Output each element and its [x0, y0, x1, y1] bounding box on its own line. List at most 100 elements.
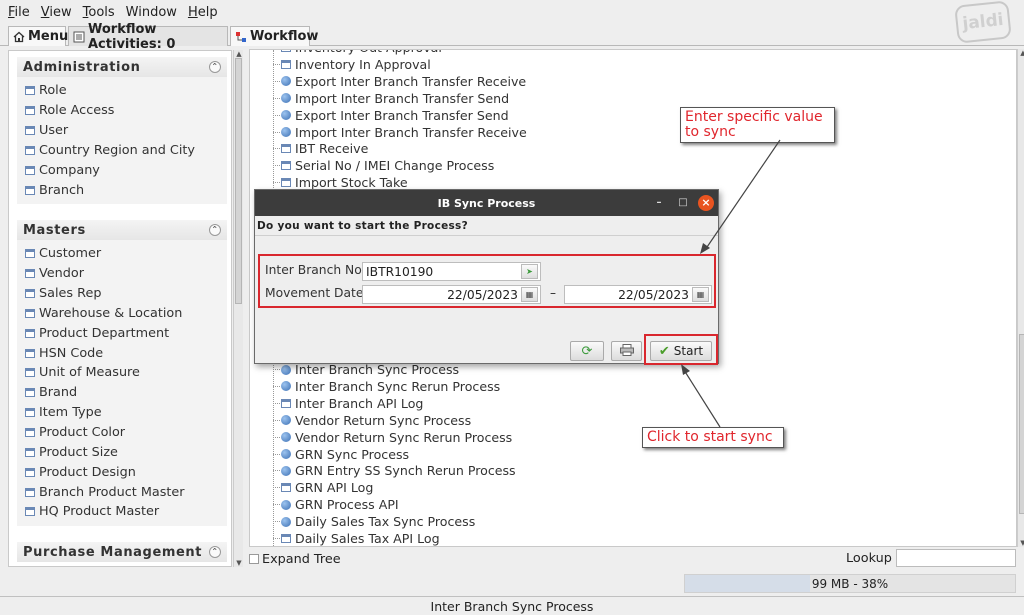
- scroll-down-arrow[interactable]: ▼: [234, 559, 244, 567]
- section-header[interactable]: Masters ⌃: [17, 220, 227, 240]
- tree-node[interactable]: GRN Entry SS Synch Rerun Process: [273, 462, 516, 479]
- tree-node[interactable]: Daily Sales Tax API Log: [273, 530, 440, 546]
- sidebar-item[interactable]: Branch: [25, 180, 227, 200]
- sidebar-item[interactable]: Product Department: [25, 323, 227, 343]
- section-header[interactable]: Administration ⌃: [17, 57, 227, 77]
- globe-icon: [281, 93, 291, 104]
- sidebar-item[interactable]: Country Region and City: [25, 141, 227, 161]
- menu-view[interactable]: View: [37, 5, 79, 20]
- collapse-icon[interactable]: ⌃: [209, 224, 221, 236]
- dialog-titlebar[interactable]: IB Sync Process – □ ×: [255, 190, 718, 216]
- tree-node[interactable]: GRN Sync Process: [273, 446, 409, 463]
- sidebar-item[interactable]: Vendor: [25, 264, 227, 284]
- tree-connector: [273, 470, 280, 472]
- close-icon[interactable]: ×: [698, 195, 714, 211]
- sidebar-item[interactable]: Product Color: [25, 423, 227, 443]
- tree-node-label: Inter Branch Sync Process: [295, 362, 460, 377]
- tree-node[interactable]: Daily Sales Tax Sync Process: [273, 513, 475, 530]
- scroll-thumb[interactable]: [1019, 334, 1024, 514]
- sidebar-item[interactable]: Item Type: [25, 403, 227, 423]
- sidebar-item-label: Item Type: [39, 405, 102, 421]
- sidebar-item[interactable]: Product Design: [25, 462, 227, 482]
- checkbox[interactable]: [249, 554, 259, 564]
- sidebar-item[interactable]: User: [25, 121, 227, 141]
- memory-text: 99 MB - 38%: [811, 576, 889, 591]
- tree-node[interactable]: GRN API Log: [273, 479, 373, 496]
- sidebar-item-label: User: [39, 123, 69, 139]
- menu-window[interactable]: Window: [122, 5, 184, 20]
- sidebar-item[interactable]: Role: [25, 81, 227, 101]
- expand-tree-checkbox[interactable]: Expand Tree: [249, 551, 341, 567]
- tree-node[interactable]: Inter Branch Sync Rerun Process: [273, 378, 500, 395]
- scroll-down-arrow[interactable]: ▼: [1018, 539, 1024, 547]
- tab-workflow-activities[interactable]: Workflow Activities: 0: [68, 22, 228, 52]
- window-icon: [25, 507, 35, 517]
- sidebar-scrollbar[interactable]: ▲ ▼: [233, 50, 243, 567]
- menu-file[interactable]: File: [4, 5, 37, 20]
- section-header[interactable]: Purchase Management ⌃: [17, 542, 227, 562]
- tab-menu[interactable]: Menu: [8, 26, 68, 46]
- menu-help[interactable]: Help: [184, 5, 225, 20]
- tree-node[interactable]: Vendor Return Sync Rerun Process: [273, 429, 512, 446]
- tree-connector: [273, 521, 280, 523]
- tree-node[interactable]: Import Inter Branch Transfer Send: [273, 90, 509, 107]
- sidebar-item[interactable]: Unit of Measure: [25, 363, 227, 383]
- scroll-up-arrow[interactable]: ▲: [234, 50, 244, 58]
- tree-node[interactable]: Vendor Return Sync Process: [273, 412, 471, 429]
- tree-connector: [273, 487, 280, 489]
- collapse-icon[interactable]: ⌃: [209, 546, 221, 558]
- fields-highlight: [258, 254, 716, 308]
- sidebar-item[interactable]: Branch Product Master: [25, 482, 227, 502]
- minimize-icon[interactable]: –: [651, 195, 667, 211]
- tree-node[interactable]: Export Inter Branch Transfer Receive: [273, 73, 526, 90]
- tree-node-label: Inventory Out Approval: [295, 50, 442, 55]
- tree-connector: [273, 453, 280, 455]
- print-button[interactable]: [611, 341, 642, 361]
- window-icon: [281, 144, 291, 154]
- sidebar-item-label: Branch: [39, 182, 85, 198]
- tree-node[interactable]: Import Inter Branch Transfer Receive: [273, 124, 527, 141]
- menu-tools[interactable]: Tools: [79, 5, 122, 20]
- tree-node-label: Daily Sales Tax API Log: [295, 531, 440, 546]
- refresh-button[interactable]: ⟳: [570, 341, 604, 361]
- tree-node-label: GRN Entry SS Synch Rerun Process: [295, 463, 516, 479]
- sidebar-item[interactable]: Brand: [25, 383, 227, 403]
- scroll-thumb[interactable]: [235, 58, 242, 304]
- tab-workflow[interactable]: Workflow: [230, 26, 318, 46]
- dialog-title: IB Sync Process: [437, 196, 536, 210]
- maximize-icon[interactable]: □: [675, 195, 691, 211]
- divider: [255, 235, 718, 236]
- tree-node[interactable]: Inventory In Approval: [273, 56, 431, 73]
- window-icon: [25, 249, 35, 259]
- tree-connector: [273, 63, 280, 65]
- sidebar-item[interactable]: Warehouse & Location: [25, 304, 227, 324]
- sidebar-item-label: Product Size: [39, 444, 118, 460]
- sidebar-item-label: Role Access: [39, 103, 115, 119]
- memory-bar[interactable]: 99 MB - 38%: [684, 574, 1016, 593]
- globe-icon: [281, 499, 291, 510]
- tree-node[interactable]: Export Inter Branch Transfer Send: [273, 107, 509, 124]
- sidebar-item[interactable]: Sales Rep: [25, 284, 227, 304]
- scroll-up-arrow[interactable]: ▲: [1018, 49, 1024, 57]
- tree-connector: [273, 369, 280, 370]
- sidebar-item[interactable]: Role Access: [25, 101, 227, 121]
- section-masters: Masters ⌃ Customer Vendor Sales Rep Warehou…: [17, 220, 227, 526]
- tree-node[interactable]: GRN Process API: [273, 496, 399, 513]
- sidebar-item[interactable]: Product Size: [25, 442, 227, 462]
- sidebar-item-label: HQ Product Master: [39, 504, 160, 520]
- tree-scrollbar[interactable]: ▲ ▼: [1017, 49, 1024, 547]
- sidebar-item[interactable]: Company: [25, 160, 227, 180]
- sidebar-item[interactable]: Customer: [25, 244, 227, 264]
- tree-node[interactable]: Inter Branch API Log: [273, 395, 423, 412]
- window-icon: [25, 368, 35, 378]
- window-icon: [281, 59, 291, 69]
- collapse-icon[interactable]: ⌃: [209, 61, 221, 73]
- sidebar-item[interactable]: HQ Product Master: [25, 502, 227, 522]
- tree-node[interactable]: IBT Receive: [273, 140, 368, 157]
- window-icon: [25, 185, 35, 195]
- lookup-input[interactable]: [896, 549, 1016, 567]
- tree-node-label: GRN API Log: [295, 480, 374, 496]
- tree-node[interactable]: Serial No / IMEI Change Process: [273, 157, 494, 174]
- sidebar-item[interactable]: HSN Code: [25, 343, 227, 363]
- status-bar: Inter Branch Sync Process: [0, 596, 1024, 615]
